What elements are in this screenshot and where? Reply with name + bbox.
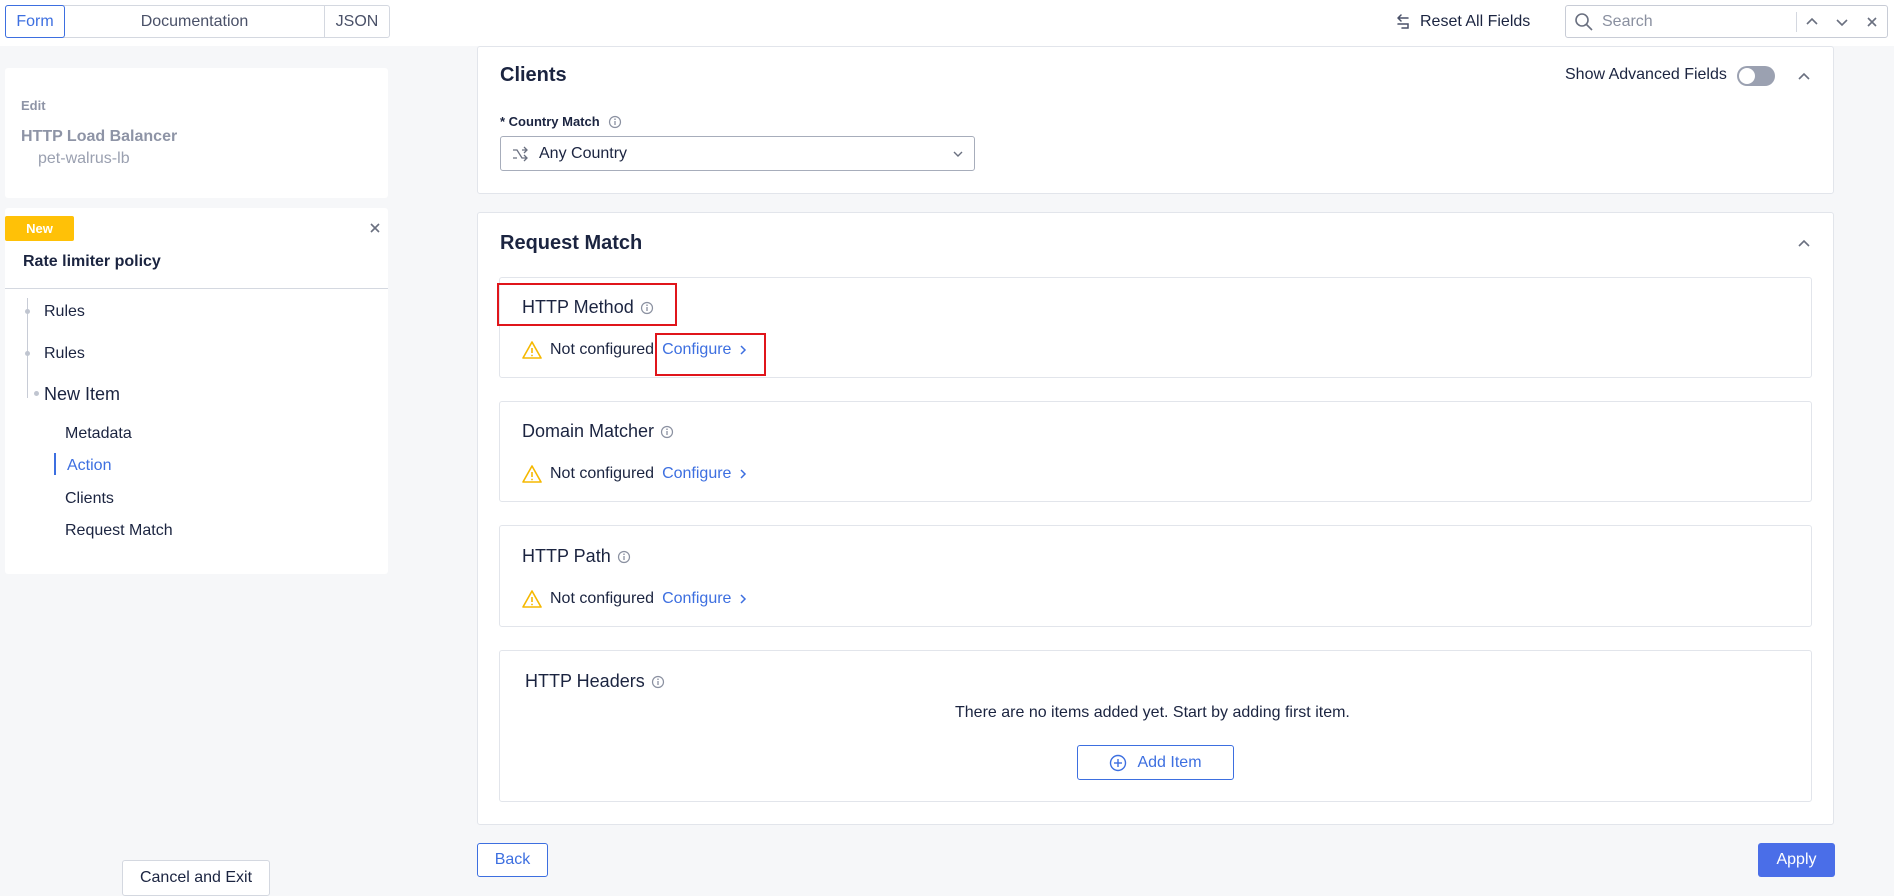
chevron-right-icon — [740, 469, 747, 479]
search-icon — [1575, 12, 1593, 31]
http-path-title-text: HTTP Path — [522, 546, 611, 566]
tab-documentation[interactable]: Documentation — [65, 6, 325, 37]
tree-node-dot — [25, 309, 30, 314]
warning-icon — [522, 590, 542, 608]
domain-matcher-title: Domain Matcher — [522, 421, 674, 442]
chevron-right-icon — [740, 594, 747, 604]
country-match-value: Any Country — [539, 144, 628, 162]
active-indicator — [54, 453, 56, 475]
search-prev-button[interactable] — [1797, 7, 1827, 37]
http-path-status: Not configured Configure — [522, 589, 749, 609]
tree-node-dot — [25, 351, 30, 356]
tree-node-dot — [34, 391, 39, 396]
chevron-up-icon — [1806, 17, 1818, 25]
domain-matcher-title-text: Domain Matcher — [522, 421, 655, 441]
shuffle-icon — [513, 146, 528, 161]
edit-label: Edit — [21, 98, 46, 113]
info-icon[interactable] — [617, 550, 631, 564]
search-next-button[interactable] — [1827, 7, 1857, 37]
domain-matcher-status-text: Not configured — [550, 465, 655, 482]
domain-matcher-card — [499, 401, 1812, 502]
chevron-up-icon[interactable] — [1796, 236, 1812, 252]
policy-title: Rate limiter policy — [23, 253, 161, 270]
chevron-down-icon — [1836, 18, 1848, 26]
http-method-status-text: Not configured — [550, 341, 655, 358]
tree-item-rules[interactable]: Rules — [44, 303, 85, 321]
tree-item-metadata[interactable]: Metadata — [65, 425, 132, 443]
tree-item-request-match[interactable]: Request Match — [65, 522, 173, 540]
warning-icon — [522, 341, 542, 359]
top-bar: Form Documentation JSON Reset All Fields — [0, 0, 1894, 46]
chevron-up-icon[interactable] — [1796, 69, 1812, 85]
info-icon[interactable] — [660, 425, 674, 439]
highlight-box — [655, 333, 766, 376]
chevron-down-icon — [953, 151, 963, 157]
tree-item-rules[interactable]: Rules — [44, 345, 85, 363]
object-type: HTTP Load Balancer — [21, 128, 178, 145]
country-match-label-text: * Country Match — [500, 114, 600, 129]
back-button[interactable]: Back — [477, 843, 548, 877]
configure-label: Configure — [662, 465, 732, 482]
request-match-title: Request Match — [500, 232, 643, 254]
reset-icon — [1397, 14, 1409, 29]
close-icon[interactable] — [367, 220, 383, 236]
add-item-button[interactable]: Add Item — [1077, 745, 1234, 780]
reset-all-fields-button[interactable]: Reset All Fields — [1392, 10, 1530, 34]
http-path-title: HTTP Path — [522, 546, 631, 567]
add-item-label: Add Item — [1137, 753, 1202, 771]
divider — [5, 288, 388, 289]
configure-label: Configure — [662, 590, 732, 607]
view-tabs: Form Documentation JSON — [5, 5, 390, 38]
close-icon — [1867, 16, 1877, 27]
reset-all-fields-label: Reset All Fields — [1420, 13, 1531, 30]
http-headers-title: HTTP Headers — [525, 671, 665, 692]
country-match-select[interactable]: Any Country — [500, 136, 975, 171]
warning-icon — [522, 465, 542, 483]
search-input[interactable] — [1602, 12, 1792, 31]
http-path-status-text: Not configured — [550, 590, 655, 607]
policy-nav-card: New Rate limiter policy Rules Rules New … — [5, 208, 388, 574]
show-advanced-fields-label: Show Advanced Fields — [1565, 66, 1727, 83]
search-box — [1565, 5, 1888, 38]
info-icon[interactable] — [651, 675, 665, 689]
show-advanced-fields-toggle[interactable] — [1737, 66, 1775, 86]
tree-item-new-item[interactable]: New Item — [44, 384, 120, 405]
tab-form[interactable]: Form — [5, 5, 65, 38]
country-match-label: * Country Match — [500, 114, 622, 129]
apply-button[interactable]: Apply — [1758, 843, 1835, 877]
info-icon[interactable] — [608, 115, 622, 129]
tree-item-action[interactable]: Action — [67, 457, 111, 475]
tree-item-clients[interactable]: Clients — [65, 490, 114, 508]
highlight-box — [497, 283, 677, 326]
object-name: pet-walrus-lb — [38, 150, 130, 167]
domain-matcher-configure-link[interactable]: Configure — [662, 465, 749, 483]
http-headers-title-text: HTTP Headers — [525, 671, 645, 691]
cancel-and-exit-button[interactable]: Cancel and Exit — [122, 860, 270, 896]
search-clear-button[interactable] — [1857, 7, 1887, 37]
domain-matcher-status: Not configured Configure — [522, 464, 749, 484]
toggle-knob — [1739, 68, 1755, 84]
edit-context-card: Edit HTTP Load Balancer pet-walrus-lb — [5, 68, 388, 198]
plus-circle-icon — [1110, 754, 1127, 771]
tab-json[interactable]: JSON — [325, 6, 389, 37]
http-path-configure-link[interactable]: Configure — [662, 590, 749, 608]
http-path-card — [499, 525, 1812, 627]
clients-title: Clients — [500, 64, 567, 86]
http-headers-empty-text: There are no items added yet. Start by a… — [955, 704, 1350, 721]
new-badge: New — [5, 216, 74, 241]
